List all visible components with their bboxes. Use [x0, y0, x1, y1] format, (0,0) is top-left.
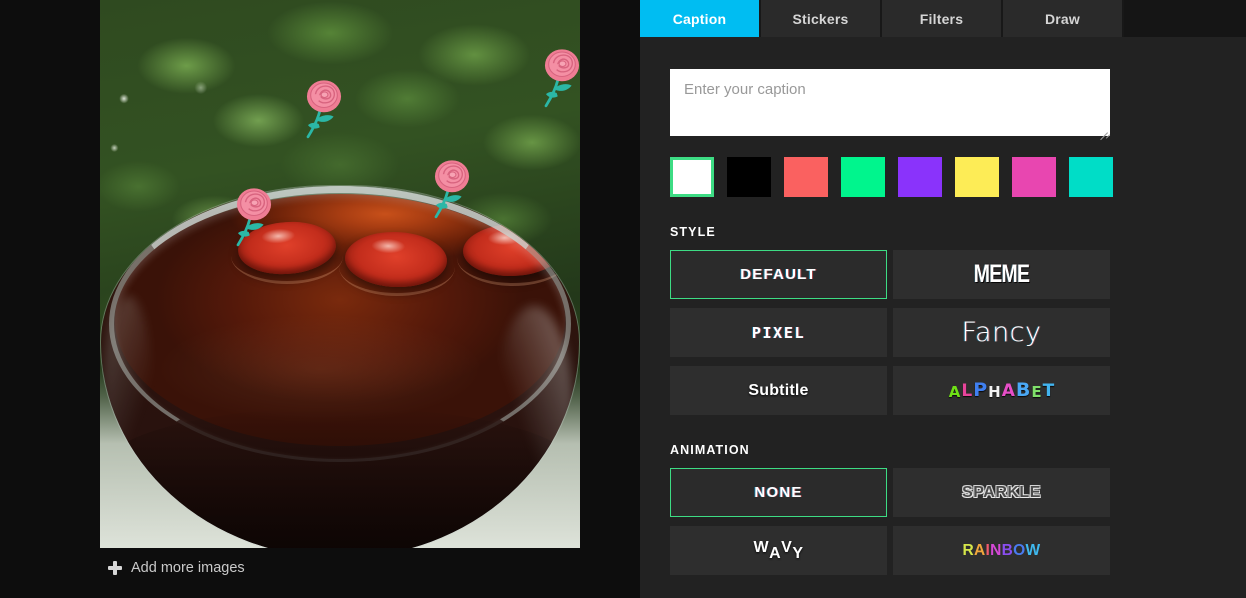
animation-option-none[interactable]: NONE	[670, 468, 887, 517]
image-canvas[interactable]	[100, 0, 580, 548]
style-option-meme[interactable]: MEME	[893, 250, 1110, 299]
color-swatch-red[interactable]	[784, 157, 828, 197]
alphabet-letter: L	[961, 381, 973, 401]
glass-bowl	[101, 186, 579, 548]
style-option-grid: DEFAULT MEME PIXEL Fancy Subtitle A L P H A B E T	[670, 250, 1216, 415]
alphabet-letter: A	[1001, 381, 1015, 401]
alphabet-letter: B	[1015, 379, 1031, 401]
editor-pane: Add more images	[0, 0, 640, 598]
style-option-label: ALPHABET	[949, 381, 1054, 400]
image-caption-editor: Add more images Caption Stickers Filters Dr…	[0, 0, 1246, 598]
animation-section-heading: ANIMATION	[670, 443, 750, 457]
style-option-label: PIXEL	[751, 323, 806, 342]
rainbow-letter: N	[990, 541, 1002, 559]
wavy-letter: V	[781, 538, 793, 556]
tab-caption[interactable]: Caption	[640, 0, 759, 37]
style-option-label: MEME	[973, 260, 1030, 288]
style-option-label: Subtitle	[748, 381, 809, 399]
bowl-right-highlight	[495, 306, 573, 516]
alphabet-letter: A	[948, 383, 961, 401]
tab-bar: Caption Stickers Filters Draw	[640, 0, 1246, 37]
color-swatch-white[interactable]	[670, 157, 714, 197]
wavy-letter: Y	[792, 544, 804, 562]
wavy-letter: W	[753, 538, 770, 556]
color-swatch-row	[670, 157, 1216, 197]
style-option-alphabet[interactable]: ALPHABET	[893, 366, 1110, 415]
alphabet-letter: P	[973, 379, 988, 401]
color-swatch-yellow[interactable]	[955, 157, 999, 197]
rainbow-letter: A	[974, 541, 986, 559]
style-option-fancy[interactable]: Fancy	[893, 308, 1110, 357]
caption-input[interactable]	[670, 69, 1110, 136]
animation-option-label: WAVY	[753, 538, 804, 562]
tab-stickers[interactable]: Stickers	[761, 0, 880, 37]
rainbow-letter: O	[1013, 541, 1026, 559]
plus-icon	[108, 561, 122, 575]
rainbow-letter: W	[1025, 541, 1041, 559]
tab-bar-filler	[1124, 0, 1246, 37]
style-option-label: DEFAULT	[740, 266, 817, 283]
style-option-default[interactable]: DEFAULT	[670, 250, 887, 299]
rose-sticker[interactable]	[296, 75, 352, 141]
animation-option-wavy[interactable]: WAVY	[670, 526, 887, 575]
alphabet-letter: H	[988, 383, 1001, 401]
add-more-images-button[interactable]: Add more images	[108, 560, 245, 576]
alphabet-letter: T	[1042, 381, 1055, 401]
style-option-pixel[interactable]: PIXEL	[670, 308, 887, 357]
animation-option-label: RAINBOW	[963, 542, 1041, 560]
animation-option-sparkle[interactable]: SPARKLE	[893, 468, 1110, 517]
rainbow-letter: R	[962, 541, 975, 559]
animation-option-label: NONE	[754, 484, 803, 501]
caption-input-wrapper	[670, 69, 1110, 136]
add-more-images-label: Add more images	[131, 560, 245, 576]
animation-option-grid: NONE SPARKLE W A V Y R A I N B O W	[670, 468, 1216, 575]
alphabet-letter: E	[1031, 383, 1042, 401]
bowl-left-highlight	[103, 296, 153, 496]
panel-body: STYLE DEFAULTMEMEPIXELFancySubtitleALPHA…	[640, 69, 1246, 575]
color-swatch-cyan[interactable]	[1069, 157, 1113, 197]
wavy-letter: A	[769, 544, 782, 562]
controls-panel: CaptionStickersFiltersDraw STYLE DEFAULT…	[640, 0, 1246, 598]
rose-sticker[interactable]	[424, 155, 480, 221]
style-option-subtitle[interactable]: Subtitle	[670, 366, 887, 415]
rose-sticker[interactable]	[534, 44, 580, 110]
animation-option-label: SPARKLE	[962, 483, 1041, 501]
color-swatch-magenta[interactable]	[1012, 157, 1056, 197]
rose-sticker[interactable]	[226, 183, 282, 249]
style-option-label: Fancy	[961, 317, 1042, 348]
style-section-heading: STYLE	[670, 225, 716, 239]
tab-draw[interactable]: Draw	[1003, 0, 1122, 37]
tab-filters[interactable]: Filters	[882, 0, 1001, 37]
rainbow-letter: B	[1001, 541, 1014, 559]
animation-option-rainbow[interactable]: RAINBOW	[893, 526, 1110, 575]
color-swatch-green[interactable]	[841, 157, 885, 197]
color-swatch-purple[interactable]	[898, 157, 942, 197]
color-swatch-black[interactable]	[727, 157, 771, 197]
